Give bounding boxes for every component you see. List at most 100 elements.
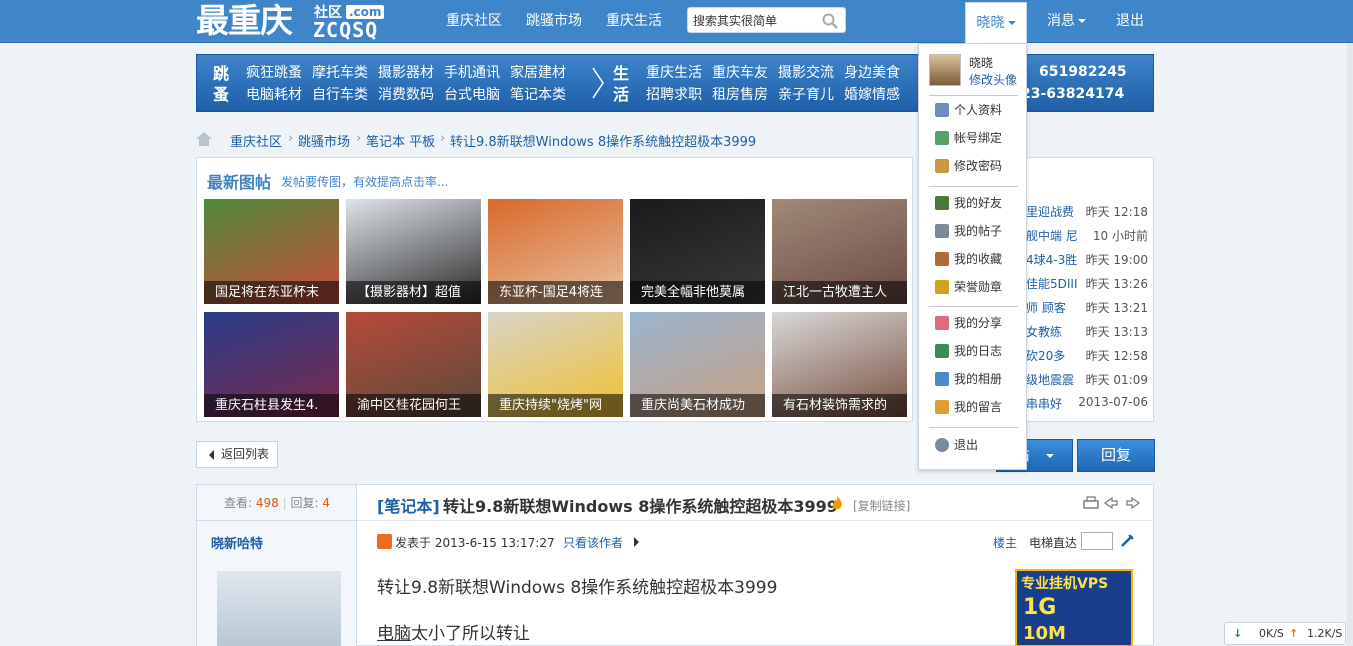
print-icon[interactable] [1083,496,1099,509]
reply-button[interactable]: 回复 [1077,439,1155,472]
nav-chongqing-life[interactable]: 重庆生活 [606,0,662,42]
menu-item[interactable]: 我的留言 [935,398,1023,416]
cat-link[interactable]: 手机通讯 [444,63,500,83]
cat-link[interactable]: 租房售房 [712,85,768,105]
breadcrumb-sep: › [288,131,294,146]
pen-icon[interactable] [1119,533,1135,549]
menu-item[interactable]: 荣誉勋章 [935,278,1023,296]
cat-link[interactable]: 摩托车类 [312,63,368,83]
cat-link[interactable]: 招聘求职 [646,85,702,105]
flea-heading-char: 蚤 [212,85,229,104]
menu-item-icon [935,252,949,266]
cat-link[interactable]: 疯狂跳蚤 [246,63,302,83]
menu-item[interactable]: 我的好友 [935,194,1023,212]
scrollbar[interactable] [1347,43,1353,646]
search-input[interactable]: 搜索其实很简单 [687,7,846,33]
nav-flea-market[interactable]: 跳骚市场 [526,0,582,42]
cat-link[interactable]: 自行车类 [312,85,368,105]
breadcrumb-item[interactable]: 重庆社区 [230,131,282,150]
breadcrumb-item[interactable]: 笔记本 平板 [366,131,435,150]
menu-item-icon [935,344,949,358]
menu-item[interactable]: 我的分享 [935,314,1023,332]
cat-link[interactable]: 消费数码 [378,85,434,105]
next-thread-icon[interactable] [1126,496,1141,510]
author-avatar[interactable] [217,571,341,646]
cat-link[interactable]: 笔记本类 [510,85,566,105]
breadcrumb-item[interactable]: 转让9.8新联想Windows 8操作系统触控超极本3999 [450,131,756,150]
menu-item[interactable]: 修改密码 [935,157,1023,175]
image-thumb[interactable]: 渝中区桂花园何王 [346,312,481,417]
list-item[interactable]: 女教练 昨天 13:13 [1026,323,1154,343]
image-thumb[interactable]: 【摄影器材】超值 [346,199,481,304]
thread-title: 转让9.8新联想Windows 8操作系统触控超极本3999 [443,497,838,516]
list-item[interactable]: 佳能5DIII 昨天 13:26 [1026,275,1154,295]
cat-link[interactable]: 摄影器材 [378,63,434,83]
image-thumb[interactable]: 重庆持续"烧烤"网 [488,312,623,417]
image-thumb[interactable]: 东亚杯-国足4将连 [488,199,623,304]
list-item[interactable]: 舰中端 尼 10 小时前 [1026,227,1154,247]
cat-link[interactable]: 家居建材 [510,63,566,83]
image-caption: 【摄影器材】超值 [346,281,481,304]
edit-avatar-link[interactable]: 修改头像 [969,71,1017,88]
cat-link[interactable]: 身边美食 [844,63,900,83]
download-speed: 0K/S [1259,627,1284,640]
menu-item[interactable]: 我的收藏 [935,250,1023,268]
image-thumb[interactable]: 重庆石柱县发生4. [204,312,339,417]
only-author-link[interactable]: 只看该作者 [563,534,623,551]
cat-link[interactable]: 婚嫁情感 [844,85,900,105]
cat-link[interactable]: 重庆生活 [646,63,702,83]
site-logo[interactable]: 最重庆 社区 .com ZCQSQ [196,2,396,40]
prev-thread-icon[interactable] [1103,496,1118,510]
cat-link[interactable]: 亲子育儿 [778,85,834,105]
logout-link[interactable]: 退出 [1116,0,1144,42]
menu-item-label: 我的好友 [954,196,1003,210]
list-item[interactable]: 砍20多 昨天 12:58 [1026,347,1154,367]
cat-link[interactable]: 摄影交流 [778,63,834,83]
user-menu-toggle[interactable]: 晓晓 [965,2,1027,44]
menu-item[interactable]: 个人资料 [935,101,1023,119]
back-to-list-button[interactable]: 返回列表 [196,441,278,468]
list-item[interactable]: 师 顾客 昨天 13:21 [1026,299,1154,319]
image-thumb[interactable]: 完美全幅非他莫属 [630,199,765,304]
user-icon [377,534,392,549]
menu-item-label: 我的分享 [954,316,1003,330]
list-item[interactable]: 里迎战费 昨天 12:18 [1026,203,1154,223]
author-name[interactable]: 晓新哈特 [211,533,263,552]
list-item[interactable]: 4球4-3胜 昨天 19:00 [1026,251,1154,271]
menu-item[interactable]: 我的帖子 [935,222,1023,240]
chevron-down-icon [1078,19,1086,23]
body-link[interactable]: 电脑 [377,624,411,644]
image-thumb[interactable]: 有石材装饰需求的 [772,312,907,417]
nav-chongqing-community[interactable]: 重庆社区 [446,0,502,42]
menu-item[interactable]: 退出 [935,436,1023,454]
menu-item[interactable]: 我的日志 [935,342,1023,360]
author-column: 查看: 498 | 回复: 4 晓新哈特 [197,485,357,646]
life-heading-char: 活 [612,85,629,104]
vps-ad[interactable]: 专业挂机VPS 1G 10M [1015,569,1133,646]
image-thumb[interactable]: 国足将在东亚杯末 [204,199,339,304]
cat-link[interactable]: 台式电脑 [444,85,500,105]
messages-menu[interactable]: 消息 [1047,0,1086,42]
cat-link[interactable]: 重庆车友 [712,63,768,83]
latest-images-subtitle[interactable]: 发帖要传图，有效提高点击率... [281,173,448,190]
cat-link[interactable]: 电脑耗材 [246,85,302,105]
upload-speed: 1.2K/S [1307,627,1343,640]
user-avatar[interactable] [929,54,961,86]
menu-item[interactable]: 我的相册 [935,370,1023,388]
image-thumb[interactable]: 江北一古牧遭主人 [772,199,907,304]
image-thumb[interactable]: 重庆尚美石材成功 [630,312,765,417]
elevator-input[interactable] [1081,532,1113,550]
home-icon[interactable] [196,132,212,146]
copy-link[interactable]: [复制链接] [853,497,910,514]
views-label: 查看: [224,496,253,510]
list-item-time: 昨天 13:26 [1085,277,1148,291]
list-item[interactable]: 级地震震 昨天 01:09 [1026,371,1154,391]
menu-item[interactable]: 帐号绑定 [935,129,1023,147]
breadcrumb-item[interactable]: 跳骚市场 [298,131,350,150]
list-item-time: 昨天 01:09 [1085,373,1148,387]
search-icon[interactable] [821,12,839,30]
thread-category[interactable]: [笔记本] [377,493,440,517]
menu-item-label: 我的日志 [954,344,1003,358]
messages-label: 消息 [1047,13,1075,29]
list-item[interactable]: 串串好 2013-07-06 [1026,395,1154,415]
